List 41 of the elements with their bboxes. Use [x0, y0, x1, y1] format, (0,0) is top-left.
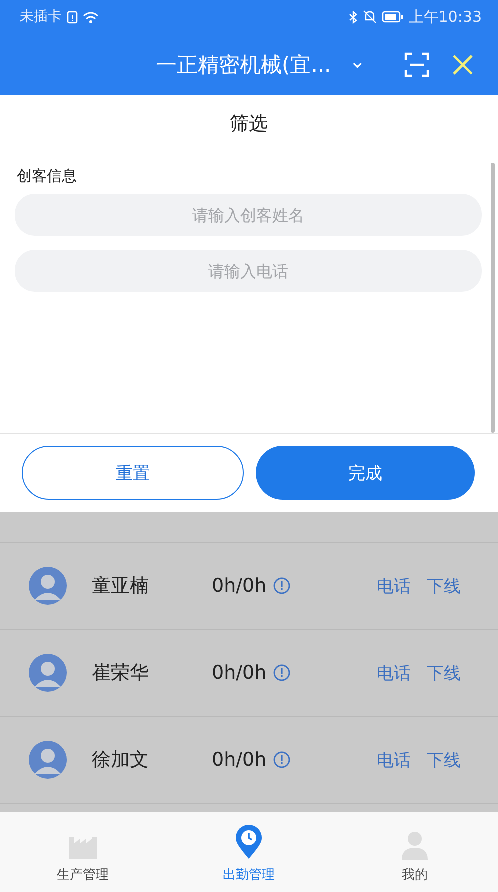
tab-item[interactable]: 出勤管理: [166, 812, 332, 892]
dropdown-button[interactable]: ⌄: [349, 50, 366, 78]
tab-item[interactable]: 生产管理: [0, 812, 166, 892]
person-name: 崔荣华: [92, 661, 150, 686]
bell-muted-icon: [362, 10, 377, 24]
location-clock-icon: [234, 824, 264, 860]
action-link[interactable]: 下线: [427, 748, 461, 772]
tab-item[interactable]: 我的: [332, 812, 498, 892]
close-icon[interactable]: [452, 54, 474, 76]
scan-icon[interactable]: [404, 52, 430, 78]
input-field[interactable]: 请输入电话: [15, 250, 482, 292]
action-link[interactable]: 电话: [377, 574, 411, 598]
action-link[interactable]: 电话: [377, 748, 411, 772]
section-label: 创客信息: [17, 167, 78, 186]
action-link[interactable]: 电话: [377, 662, 411, 684]
hours-text: 0h/0h: [212, 662, 267, 684]
person-name: 徐加文: [92, 748, 150, 773]
company-title: 一正精密机械(宜...: [156, 52, 332, 78]
battery-icon: [382, 11, 404, 23]
action-link[interactable]: 下线: [427, 662, 461, 684]
info-icon: [272, 577, 291, 595]
avatar-icon: [28, 653, 68, 693]
input-field[interactable]: 请输入创客姓名: [15, 194, 482, 236]
action-link[interactable]: 下线: [427, 574, 461, 598]
person-name: 童亚楠: [92, 574, 150, 599]
hours-text: 0h/0h: [212, 749, 267, 771]
carrier-text: 未插卡: [20, 8, 62, 26]
clock-time: 上午10:33: [408, 8, 482, 26]
wifi-icon: [83, 10, 99, 24]
reset-button[interactable]: 重置: [22, 446, 244, 500]
factory-icon: [68, 834, 98, 860]
done-button[interactable]: 完成: [256, 446, 475, 500]
person-icon: [401, 830, 429, 860]
info-icon: [272, 751, 291, 769]
panel-title: 筛选: [229, 112, 269, 137]
sim-icon: [67, 10, 78, 24]
hours-text: 0h/0h: [212, 575, 267, 597]
avatar-icon: [28, 566, 68, 606]
bluetooth-icon: [348, 10, 358, 24]
info-icon: [272, 664, 291, 682]
avatar-icon: [28, 740, 68, 780]
